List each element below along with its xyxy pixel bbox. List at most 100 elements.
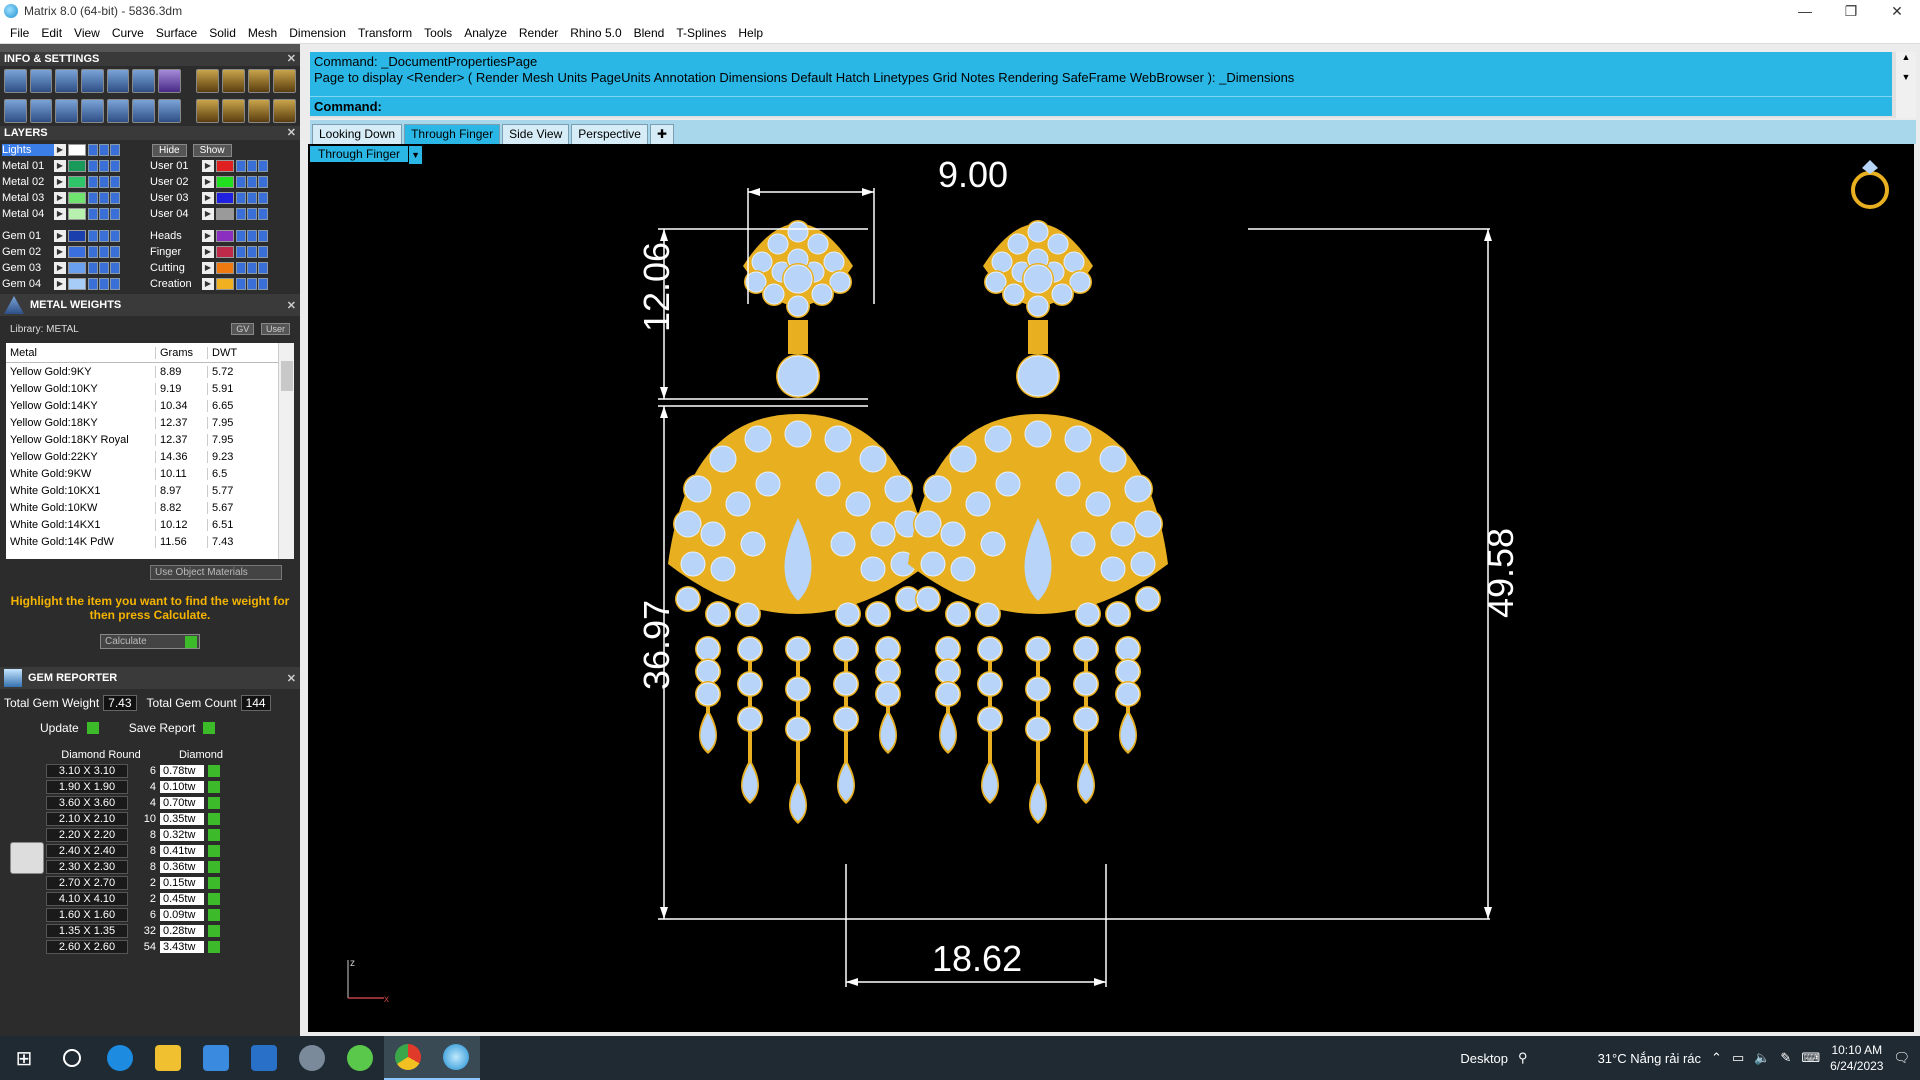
menu-render[interactable]: Render (513, 26, 564, 40)
cube-icon[interactable] (81, 69, 104, 93)
restore-icon[interactable]: ❐ (1828, 0, 1874, 22)
gem-row[interactable]: 2.40 X 2.40 8 0.41tw (10, 843, 300, 859)
zoom-icon[interactable] (29, 69, 53, 93)
select-icon[interactable] (258, 262, 268, 274)
layer-item[interactable]: Heads ▶ (150, 230, 298, 242)
gem-row[interactable]: 1.90 X 1.90 4 0.10tw (10, 779, 300, 795)
layer-name[interactable]: Metal 03 (2, 192, 54, 204)
file-explorer-icon[interactable] (144, 1036, 192, 1080)
view-icon[interactable] (55, 69, 79, 93)
layer-color-swatch[interactable] (216, 262, 234, 274)
layer-name[interactable]: Metal 01 (2, 160, 54, 172)
layer-item[interactable]: User 03 ▶ (150, 192, 298, 204)
gem-row[interactable]: 1.60 X 1.60 6 0.09tw (10, 907, 300, 923)
matrix-app-icon[interactable] (432, 1036, 480, 1080)
layer-name[interactable]: User 01 (150, 160, 202, 172)
layer-name[interactable]: Gem 01 (2, 230, 54, 242)
viewport[interactable]: Through Finger ▼ 9.00 12.06 36.97 49.58 … (308, 144, 1914, 1032)
layer-lights-label[interactable]: Lights (2, 144, 54, 156)
play-icon[interactable] (208, 797, 220, 809)
lock-icon[interactable] (88, 246, 98, 258)
pave-icon[interactable] (196, 99, 219, 123)
table-row[interactable]: Yellow Gold:18KY Royal 12.37 7.95 (6, 431, 294, 448)
table-row[interactable]: White Gold:14K PdW 11.56 7.43 (6, 533, 294, 550)
expand-icon[interactable]: ▶ (202, 230, 214, 242)
layer-item[interactable]: Metal 04 ▶ (2, 208, 150, 220)
layer-color-swatch[interactable] (68, 230, 86, 242)
visible-icon[interactable] (99, 278, 109, 290)
save-icon[interactable] (158, 99, 181, 123)
calculate-button[interactable]: Calculate (100, 634, 200, 649)
lock-icon[interactable] (236, 278, 246, 290)
add-tab-icon[interactable]: ✚ (649, 124, 675, 144)
layer-name[interactable]: Metal 04 (2, 208, 54, 220)
app-green-icon[interactable] (336, 1036, 384, 1080)
layer-item[interactable]: Cutting ▶ (150, 262, 298, 274)
close-icon[interactable]: ✕ (287, 672, 296, 685)
select-icon[interactable] (110, 246, 120, 258)
close-icon[interactable]: ✕ (287, 52, 296, 66)
select-icon[interactable] (258, 208, 268, 220)
play-icon[interactable] (208, 813, 220, 825)
visible-icon[interactable] (99, 230, 109, 242)
expand-icon[interactable]: ▶ (54, 192, 66, 204)
tab-perspective[interactable]: Perspective (571, 124, 648, 144)
visible-icon[interactable] (247, 160, 257, 172)
menu-surface[interactable]: Surface (150, 26, 203, 40)
user-toggle[interactable]: User (260, 323, 290, 335)
use-object-materials-checkbox[interactable]: Use Object Materials (150, 565, 282, 580)
layer-item[interactable]: Metal 02 ▶ (2, 176, 150, 188)
notification-icon[interactable]: 🗨 (1893, 1050, 1910, 1066)
layer-name[interactable]: Finger (150, 246, 202, 258)
volume-icon[interactable]: 🔈 (1754, 1050, 1770, 1066)
edit-icon[interactable] (132, 69, 156, 93)
bezel-icon[interactable] (273, 99, 296, 123)
layer-item[interactable]: Gem 02 ▶ (2, 246, 150, 258)
layer-color-swatch[interactable] (216, 246, 234, 258)
command-input[interactable] (386, 99, 1886, 115)
menu-help[interactable]: Help (732, 26, 769, 40)
select-icon[interactable] (110, 278, 120, 290)
gem-row[interactable]: 2.30 X 2.30 8 0.36tw (10, 859, 300, 875)
layer-color-swatch[interactable] (68, 246, 86, 258)
layer-name[interactable]: User 02 (150, 176, 202, 188)
menu-blend[interactable]: Blend (628, 26, 671, 40)
box-icon[interactable] (81, 99, 104, 123)
lock-icon[interactable] (88, 192, 98, 204)
search-icon[interactable] (48, 1036, 96, 1080)
table-row[interactable]: Yellow Gold:14KY 10.34 6.65 (6, 397, 294, 414)
menu-file[interactable]: File (4, 26, 35, 40)
select-icon[interactable] (110, 176, 120, 188)
table-row[interactable]: White Gold:14KX1 10.12 6.51 (6, 516, 294, 533)
layer-color-swatch[interactable] (216, 208, 234, 220)
play-icon[interactable] (208, 765, 220, 777)
expand-icon[interactable]: ▶ (54, 262, 66, 274)
tab-looking-down[interactable]: Looking Down (312, 124, 403, 144)
menu-tools[interactable]: Tools (418, 26, 458, 40)
layer-color-swatch[interactable] (216, 176, 234, 188)
layer-color-swatch[interactable] (68, 278, 86, 290)
menu-solid[interactable]: Solid (203, 26, 242, 40)
select-icon[interactable] (258, 176, 268, 188)
expand-icon[interactable]: ▶ (202, 246, 214, 258)
expand-icon[interactable]: ▶ (54, 160, 66, 172)
visible-icon[interactable] (247, 278, 257, 290)
hide-button[interactable]: Hide (152, 143, 187, 157)
visible-icon[interactable] (247, 208, 257, 220)
minimize-icon[interactable]: — (1782, 0, 1828, 22)
play-icon[interactable] (208, 845, 220, 857)
visible-icon[interactable] (99, 160, 109, 172)
edge-icon[interactable] (96, 1036, 144, 1080)
lock-icon[interactable] (236, 208, 246, 220)
expand-icon[interactable]: ▶ (202, 208, 214, 220)
filter-icon[interactable] (106, 99, 130, 123)
menu-analyze[interactable]: Analyze (458, 26, 513, 40)
prong-icon[interactable] (221, 69, 245, 93)
show-button[interactable]: Show (192, 143, 232, 157)
table-row[interactable]: White Gold:10KX1 8.97 5.77 (6, 482, 294, 499)
expand-icon[interactable]: ▶ (202, 278, 214, 290)
expand-icon[interactable]: ▶ (202, 262, 214, 274)
close-icon[interactable]: ✕ (1874, 0, 1920, 22)
layer-item[interactable]: Creation ▶ (150, 278, 298, 290)
desktop-toolbar[interactable]: Desktop (1460, 1051, 1508, 1066)
